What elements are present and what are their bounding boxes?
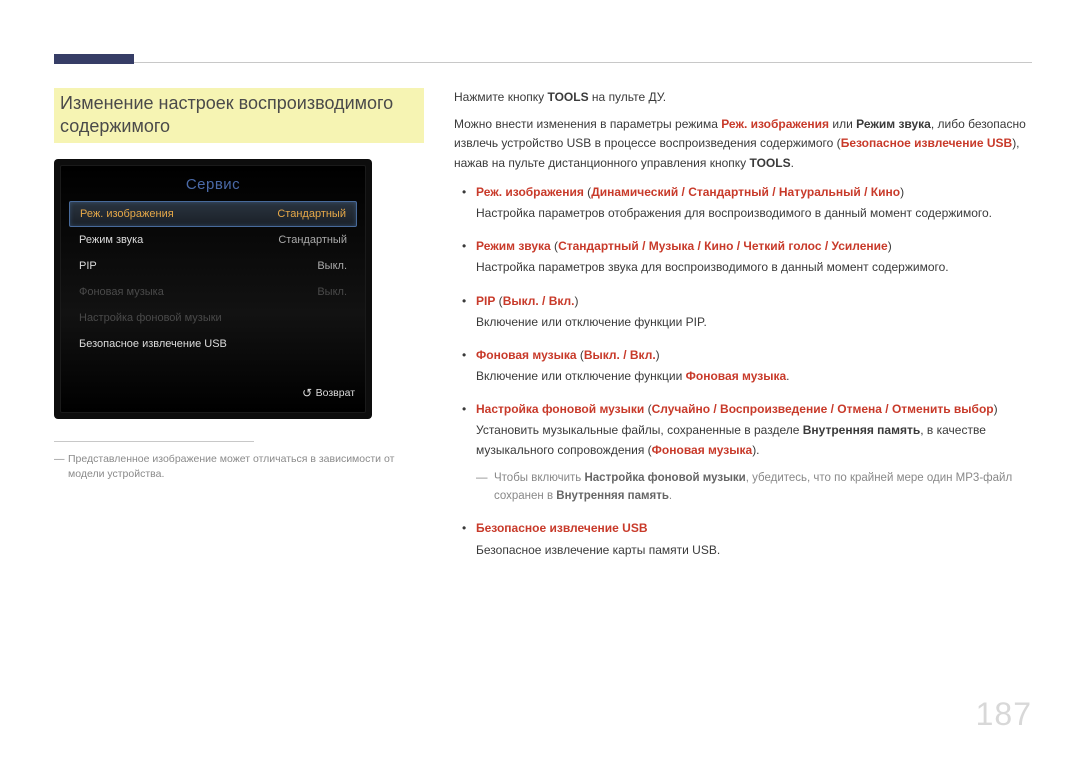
text: Нажмите кнопку — [454, 90, 547, 104]
text-bold: Внутренняя память — [556, 490, 669, 502]
menu-label: Реж. изображения — [80, 208, 174, 220]
section-title: Изменение настроек воспроизводимого соде… — [54, 88, 424, 143]
bullet-title: Фоновая музыка — [476, 348, 577, 362]
text-bold: TOOLS — [547, 90, 588, 104]
right-column: Нажмите кнопку TOOLS на пульте ДУ. Можно… — [454, 88, 1032, 574]
bullet-desc: Включение или отключение функции PIP. — [476, 313, 1032, 332]
menu-value: Выкл. — [317, 286, 347, 298]
menu-label: Фоновая музыка — [79, 286, 164, 298]
text: Установить музыкальные файлы, сохраненны… — [476, 423, 803, 437]
text: ( — [551, 239, 558, 253]
bullet-pip: PIP (Выкл. / Вкл.) Включение или отключе… — [454, 292, 1032, 332]
device-panel: Сервис Реж. изображения Стандартный Режи… — [54, 159, 372, 419]
text: ( — [495, 294, 502, 308]
panel-title: Сервис — [69, 172, 357, 201]
menu-item-sound-mode[interactable]: Режим звука Стандартный — [69, 227, 357, 253]
bullet-title: Настройка фоновой музыки — [476, 402, 644, 416]
bullet-title: Безопасное извлечение USB — [476, 521, 648, 535]
bullet-title: PIP — [476, 294, 495, 308]
menu-value: Стандартный — [278, 234, 347, 246]
menu-item-pip[interactable]: PIP Выкл. — [69, 253, 357, 279]
menu-label: Настройка фоновой музыки — [79, 312, 222, 324]
intro-line-1: Нажмите кнопку TOOLS на пульте ДУ. — [454, 88, 1032, 107]
text-highlight: Безопасное извлечение USB — [841, 136, 1013, 150]
menu-label: Безопасное извлечение USB — [79, 338, 227, 350]
header-divider — [134, 62, 1032, 63]
text: . — [786, 369, 789, 383]
return-label: Возврат — [316, 387, 355, 399]
menu-item-picture-mode[interactable]: Реж. изображения Стандартный — [69, 201, 357, 227]
bullet-options: Выкл. / Вкл. — [584, 348, 656, 362]
text: ) — [900, 185, 904, 199]
menu-label: Режим звука — [79, 234, 143, 246]
bullet-safe-remove-usb: Безопасное извлечение USB Безопасное изв… — [454, 519, 1032, 559]
return-button[interactable]: ↻ Возврат — [302, 382, 355, 404]
text: ) — [994, 402, 998, 416]
bullet-desc: Включение или отключение функции Фоновая… — [476, 367, 1032, 386]
text-highlight: Фоновая музыка — [686, 369, 787, 383]
text: ) — [888, 239, 892, 253]
bullet-desc: Настройка параметров звука для воспроизв… — [476, 258, 1032, 277]
menu-label: PIP — [79, 260, 97, 272]
bullet-desc: Безопасное извлечение карты памяти USB. — [476, 541, 1032, 560]
text: . — [669, 490, 672, 502]
text: ( — [644, 402, 651, 416]
bullet-options: Динамический / Стандартный / Натуральный… — [591, 185, 900, 199]
text: ) — [575, 294, 579, 308]
bullet-options: Стандартный / Музыка / Кино / Четкий гол… — [558, 239, 888, 253]
intro-line-2: Можно внести изменения в параметры режим… — [454, 115, 1032, 173]
bullet-sound-mode: Режим звука (Стандартный / Музыка / Кино… — [454, 237, 1032, 277]
menu-value: Выкл. — [317, 260, 347, 272]
text: или — [829, 117, 856, 131]
text-bold: Внутренняя память — [803, 423, 921, 437]
text: Можно внести изменения в параметры режим… — [454, 117, 721, 131]
text: . — [791, 156, 794, 170]
bullet-desc: Настройка параметров отображения для вос… — [476, 204, 1032, 223]
bullet-picture-mode: Реж. изображения (Динамический / Стандар… — [454, 183, 1032, 223]
header-accent-bar — [54, 54, 134, 64]
footnote: Представленное изображение может отличат… — [54, 452, 424, 482]
device-panel-inner: Сервис Реж. изображения Стандартный Режи… — [60, 165, 366, 413]
bullet-options: Случайно / Воспроизведение / Отмена / От… — [652, 402, 994, 416]
text-highlight: Реж. изображения — [721, 117, 829, 131]
bullet-title: Режим звука — [476, 239, 551, 253]
page-number: 187 — [976, 696, 1032, 733]
menu-item-safe-remove-usb[interactable]: Безопасное извлечение USB — [69, 331, 357, 357]
bullet-bg-music: Фоновая музыка (Выкл. / Вкл.) Включение … — [454, 346, 1032, 386]
sub-note: Чтобы включить Настройка фоновой музыки,… — [476, 470, 1032, 506]
text: ) — [656, 348, 660, 362]
text: ( — [577, 348, 584, 362]
page-content: Изменение настроек воспроизводимого соде… — [54, 88, 1032, 574]
text-bold: TOOLS — [749, 156, 790, 170]
text: Включение или отключение функции — [476, 369, 686, 383]
text-bold: Настройка фоновой музыки — [584, 472, 745, 484]
bullet-list: Реж. изображения ( Динамический / Стандар… — [454, 183, 1032, 560]
bullet-bg-music-setting: Настройка фоновой музыки (Случайно / Вос… — [454, 400, 1032, 460]
bullet-desc: Установить музыкальные файлы, сохраненны… — [476, 421, 1032, 459]
menu-item-bg-music: Фоновая музыка Выкл. — [69, 279, 357, 305]
bullet-title: Реж. изображения — [476, 185, 584, 199]
footnote-divider — [54, 441, 254, 442]
text-highlight: Фоновая музыка — [652, 443, 753, 457]
text-bold: Режим звука — [856, 117, 931, 131]
bullet-options: Выкл. / Вкл. — [503, 294, 575, 308]
return-icon: ↻ — [302, 386, 312, 400]
menu-value: Стандартный — [277, 208, 346, 220]
text: Чтобы включить — [494, 472, 584, 484]
menu-item-bg-music-setting: Настройка фоновой музыки — [69, 305, 357, 331]
left-column: Изменение настроек воспроизводимого соде… — [54, 88, 424, 574]
text: ). — [752, 443, 759, 457]
text: на пульте ДУ. — [589, 90, 667, 104]
